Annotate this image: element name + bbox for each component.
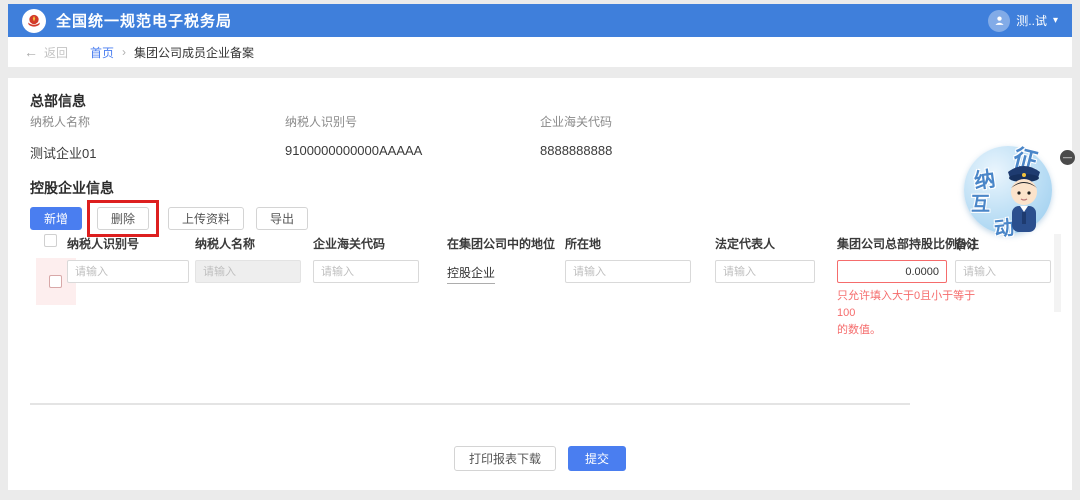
upload-button[interactable]: 上传资料 [168, 207, 245, 230]
holding-section-title: 控股企业信息 [30, 180, 114, 196]
taxpayer-name-input [195, 260, 301, 283]
hq-field-taxpayer-name: 纳税人名称 测试企业01 [30, 113, 96, 162]
col-header-taxpayer-id: 纳税人识别号 [67, 237, 140, 251]
field-value: 9100000000000AAAAA [285, 143, 423, 158]
hq-section-title: 总部信息 [30, 93, 86, 109]
col-header-taxpayer-name: 纳税人名称 [195, 237, 256, 251]
export-button[interactable]: 导出 [256, 207, 309, 230]
user-menu[interactable]: 测..试 ▾ [988, 9, 1058, 32]
col-header-group-role: 在集团公司中的地位 [447, 237, 556, 251]
field-value: 8888888888 [540, 143, 613, 158]
group-role-value[interactable]: 控股企业 [447, 264, 496, 284]
col-header-location: 所在地 [565, 237, 602, 251]
remarks-input[interactable] [955, 260, 1051, 283]
breadcrumb-separator: › [122, 45, 127, 59]
add-button[interactable]: 新增 [30, 207, 83, 230]
delete-button[interactable]: 删除 [97, 207, 150, 230]
section-divider [30, 403, 910, 405]
toolbar: 新增 删除 上传资料 导出 [30, 200, 309, 237]
col-header-legal-rep: 法定代表人 [715, 237, 776, 251]
breadcrumb: ← 返回 首页 › 集团公司成员企业备案 [8, 37, 1072, 67]
submit-button[interactable]: 提交 [568, 446, 627, 471]
error-line: 只允许填入大于0且小于等于100 [837, 290, 976, 319]
app-header: 全国统一规范电子税务局 测..试 ▾ [8, 4, 1072, 37]
customs-code-input[interactable] [313, 260, 419, 283]
tax-officer-mascot-icon [1008, 166, 1040, 232]
taxpayer-id-input[interactable] [67, 260, 189, 283]
field-label: 企业海关代码 [540, 115, 613, 129]
chevron-down-icon: ▾ [1052, 15, 1058, 26]
red-highlight-annotation: 删除 [87, 200, 160, 237]
main-panel: 总部信息 纳税人名称 测试企业01 纳税人识别号 9100000000000AA… [8, 78, 1072, 490]
error-line: 的数值。 [837, 324, 881, 336]
user-name: 测..试 [1016, 14, 1047, 28]
print-report-button[interactable]: 打印报表下载 [453, 446, 556, 471]
legal-rep-input[interactable] [715, 260, 815, 283]
share-ratio-error: 只允许填入大于0且小于等于100 的数值。 [837, 288, 987, 339]
col-header-customs-code: 企业海关代码 [313, 237, 386, 251]
assistant-minimize-button[interactable]: — [1060, 150, 1075, 165]
app-title: 全国统一规范电子税务局 [56, 13, 233, 30]
field-label: 纳税人识别号 [285, 115, 358, 129]
tax-emblem-icon [22, 8, 46, 33]
field-label: 纳税人名称 [30, 115, 91, 129]
assistant-char: 互 [971, 194, 991, 215]
share-ratio-input[interactable] [837, 260, 947, 283]
select-all-checkbox[interactable] [44, 234, 57, 247]
hq-field-taxpayer-id: 纳税人识别号 9100000000000AAAAA [285, 113, 422, 158]
back-button[interactable]: 返回 [44, 44, 68, 61]
tax-assistant-widget[interactable]: 征 纳 互 动 [958, 142, 1058, 242]
table-scrollbar[interactable] [1054, 234, 1061, 312]
breadcrumb-home[interactable]: 首页 [90, 44, 114, 61]
footer-actions: 打印报表下载 提交 [8, 446, 1072, 471]
field-value: 测试企业01 [30, 146, 97, 161]
hq-field-customs-code: 企业海关代码 8888888888 [540, 113, 612, 158]
back-arrow-icon[interactable]: ← [24, 44, 38, 60]
row-checkbox[interactable] [49, 275, 62, 288]
breadcrumb-current: 集团公司成员企业备案 [134, 45, 255, 60]
location-input[interactable] [565, 260, 691, 283]
user-avatar-icon [988, 9, 1011, 32]
